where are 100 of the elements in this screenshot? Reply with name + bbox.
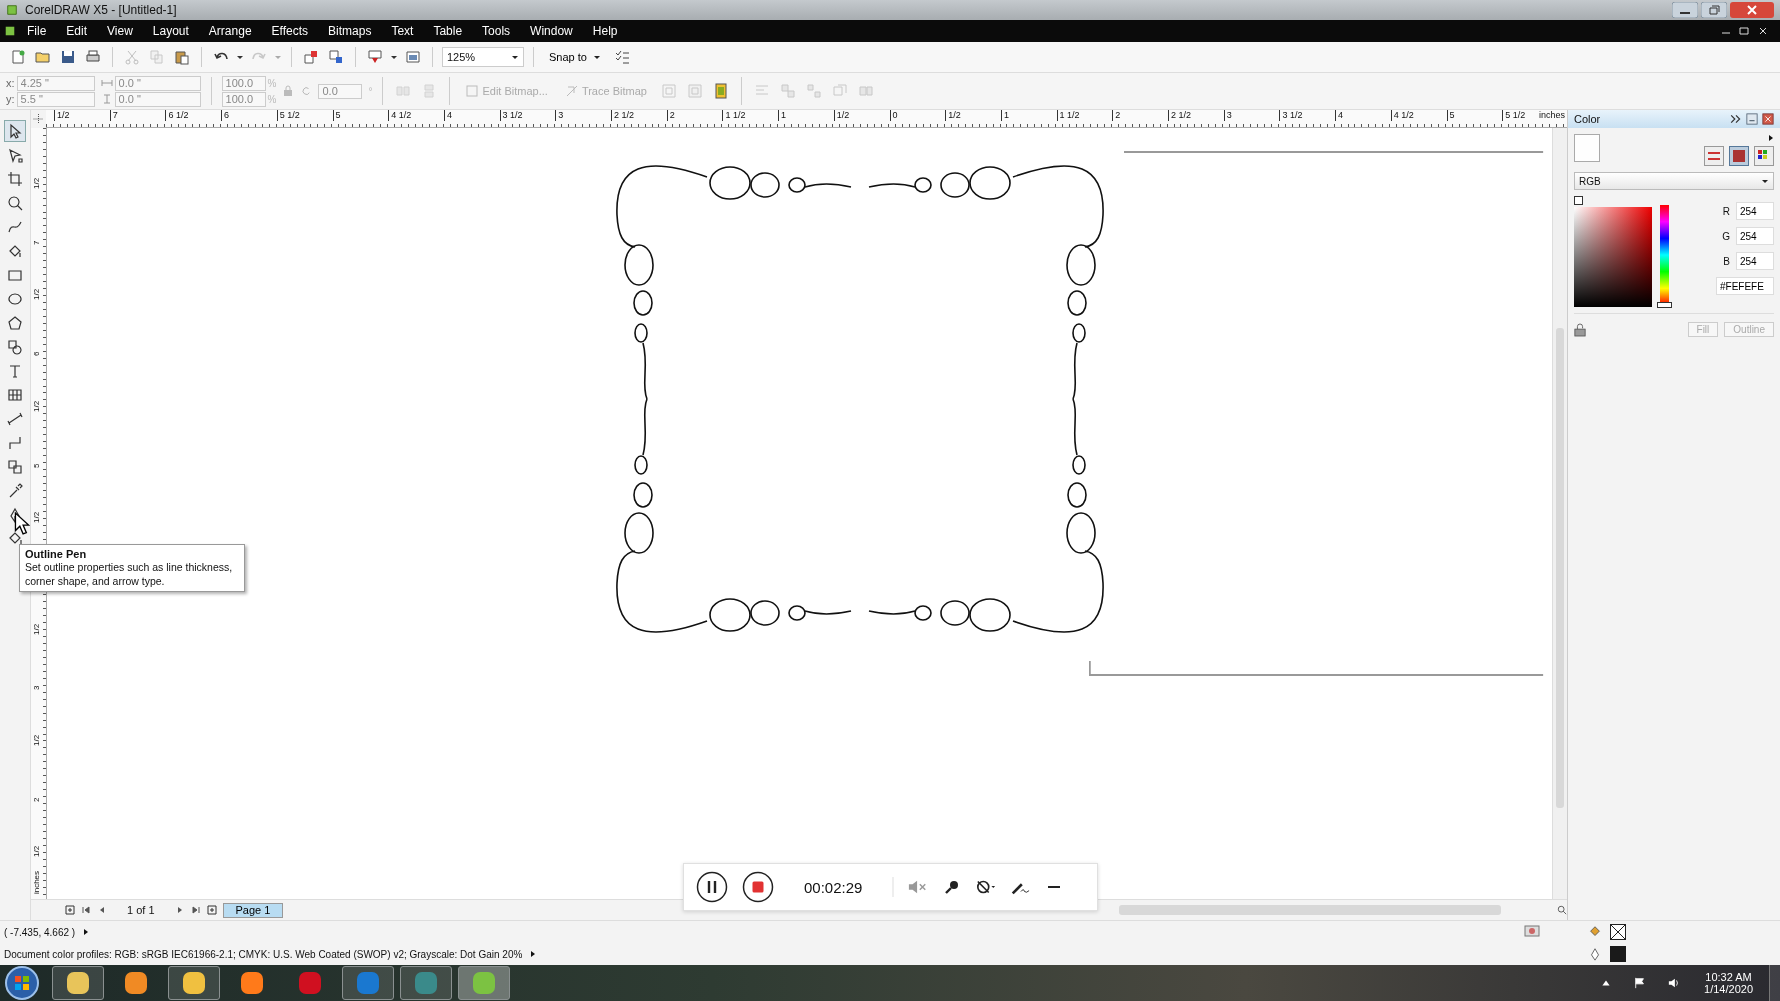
pause-icon[interactable] <box>696 871 728 903</box>
menu-item[interactable]: Table <box>424 22 472 40</box>
first-page-icon[interactable] <box>81 905 91 915</box>
menu-item[interactable]: Edit <box>57 22 97 40</box>
caret-icon[interactable] <box>390 53 398 61</box>
zoom-icon <box>7 195 23 211</box>
x-position-field[interactable]: 4.25 " <box>16 75 95 91</box>
play-arrow-icon[interactable] <box>530 950 537 958</box>
globe-icon <box>238 969 266 997</box>
taskbar-app-button[interactable] <box>168 966 220 1000</box>
y-position-field[interactable]: 5.5 " <box>16 91 95 107</box>
channel-value-field[interactable]: 254 <box>1736 227 1774 245</box>
snap-to-dropdown[interactable]: Snap to <box>543 50 607 64</box>
taskbar-app-button[interactable] <box>400 966 452 1000</box>
ruler-label: 3 1/2 <box>1279 110 1303 121</box>
options-list-icon[interactable] <box>613 49 630 65</box>
text-tool-icon <box>7 363 23 379</box>
ruler-label: 1/2 <box>32 177 42 189</box>
menu-item[interactable]: Window <box>521 22 582 40</box>
new-document-icon[interactable] <box>10 49 26 65</box>
stop-icon[interactable] <box>742 871 774 903</box>
menu-item[interactable]: Arrange <box>199 22 261 40</box>
balloon-icon <box>470 969 498 997</box>
taskbar-app-button[interactable] <box>52 966 104 1000</box>
balloon-icon <box>4 24 16 38</box>
connector-icon <box>7 435 23 451</box>
channel-value-field[interactable]: 254 <box>1736 202 1774 220</box>
paste-icon[interactable] <box>174 49 190 65</box>
start-orb-icon[interactable] <box>4 965 40 1001</box>
polygon-icon <box>7 315 23 331</box>
play-arrow-icon[interactable] <box>1768 134 1774 142</box>
envelope-icon <box>180 969 208 997</box>
taskbar-app-button[interactable] <box>342 966 394 1000</box>
y-label: y: <box>6 93 15 105</box>
caret-icon[interactable] <box>236 53 244 61</box>
ruler-label: 1/2 <box>32 511 42 524</box>
page-tab[interactable]: Page 1 <box>222 902 284 918</box>
play-arrow-icon[interactable] <box>83 928 90 936</box>
scale-width-field[interactable]: 100.0 <box>221 75 266 91</box>
color-model-dropdown[interactable]: RGB <box>1574 172 1774 190</box>
zoom-level-dropdown[interactable]: 125% <box>442 47 524 67</box>
ruler-label: 1/2 <box>32 845 42 858</box>
webcam-off-icon[interactable] <box>976 879 997 895</box>
color-field[interactable] <box>1574 207 1652 307</box>
window-icon[interactable] <box>405 49 421 65</box>
add-page-icon[interactable] <box>65 905 75 915</box>
last-page-icon[interactable] <box>190 905 201 915</box>
ruler-label: 1/2 <box>32 622 42 635</box>
save-icon[interactable] <box>60 49 76 65</box>
ruler-label: 1/2 <box>833 110 850 121</box>
open-folder-icon[interactable] <box>35 49 51 65</box>
menu-item[interactable]: Bitmaps <box>319 22 381 40</box>
caret-icon <box>592 53 601 61</box>
flag-icon[interactable] <box>1634 977 1647 989</box>
pdf-icon[interactable] <box>367 49 383 65</box>
print-icon[interactable] <box>85 49 101 65</box>
minimize-icon[interactable] <box>1672 2 1698 18</box>
color-viewer-icon[interactable] <box>1729 146 1749 166</box>
menu-item[interactable]: View <box>98 22 142 40</box>
ruler-label: 4 <box>443 110 452 121</box>
tool-button[interactable] <box>4 120 26 142</box>
image-icon <box>466 85 479 97</box>
export-icon[interactable] <box>328 49 344 65</box>
palette-grid-icon[interactable] <box>1754 146 1774 166</box>
hue-slider[interactable] <box>1660 205 1669 305</box>
vertical-scrollbar[interactable] <box>1552 128 1567 899</box>
zoom-icon[interactable] <box>1557 905 1567 915</box>
ruler-label: 5 1/2 <box>1502 110 1526 121</box>
document-icon[interactable] <box>712 83 729 99</box>
hex-value-field[interactable]: #FEFEFE <box>1716 277 1774 295</box>
freehand-icon <box>7 219 23 235</box>
close-icon[interactable] <box>1730 2 1774 18</box>
scale-height-field[interactable]: 100.0 <box>221 91 266 107</box>
menu-item[interactable]: Tools <box>473 22 520 40</box>
speaker-icon[interactable] <box>1668 977 1681 989</box>
padlock-icon[interactable] <box>1574 322 1586 337</box>
bucket-icon <box>1588 925 1602 939</box>
add-page-icon[interactable] <box>206 905 217 915</box>
grid-icon <box>7 387 23 403</box>
double-chevron-icon[interactable] <box>1730 113 1742 125</box>
height-field[interactable]: 0.0 " <box>114 91 201 107</box>
width-field[interactable]: 0.0 " <box>114 75 201 91</box>
no-fill-swatch <box>1610 924 1626 940</box>
gamut-checkbox[interactable] <box>1574 196 1583 205</box>
monitor-icon[interactable] <box>1524 925 1540 939</box>
window-title: CorelDRAW X5 - [Untitled-1] <box>25 3 177 17</box>
menu-item[interactable]: Layout <box>143 22 198 40</box>
ruler-label: 0 <box>889 110 898 121</box>
menu-item[interactable]: Text <box>382 22 423 40</box>
import-icon[interactable] <box>303 49 319 65</box>
menu-item[interactable]: Help <box>583 22 627 40</box>
rotation-angle-field[interactable]: 0.0 <box>318 83 363 99</box>
close-icon[interactable] <box>1762 113 1774 125</box>
hue-slider-thumb[interactable] <box>1657 302 1672 308</box>
sliders-icon[interactable] <box>1704 146 1724 166</box>
menu-item[interactable]: File <box>18 22 56 40</box>
muted-speaker-icon[interactable] <box>908 879 929 895</box>
balloon-icon <box>6 3 18 17</box>
menu-item[interactable]: Effects <box>262 22 318 40</box>
channel-value-field[interactable]: 254 <box>1736 252 1774 270</box>
